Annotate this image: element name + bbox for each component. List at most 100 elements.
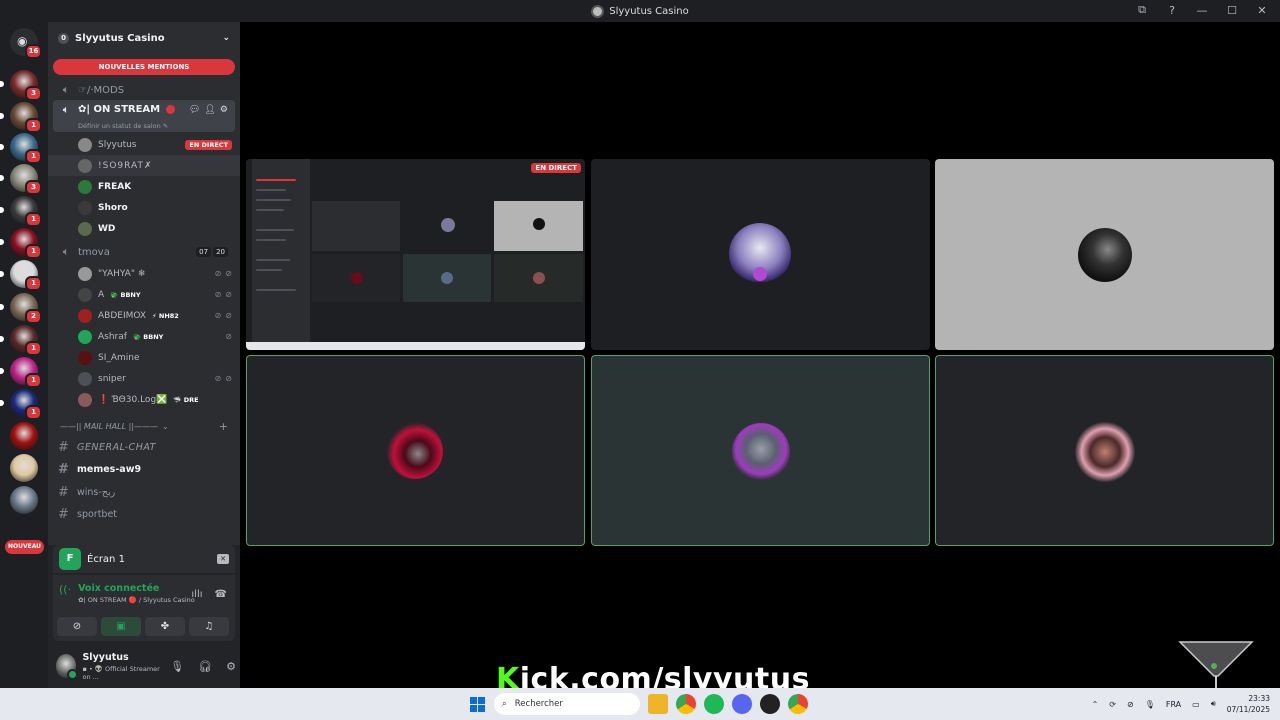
obs-icon[interactable] [760, 694, 780, 714]
spotify-icon[interactable] [704, 694, 724, 714]
voice-channel-mods[interactable]: 🔈︎ ☞/·MODS [48, 80, 240, 100]
text-channel[interactable]: # GENERAL-CHAT [48, 436, 240, 459]
voice-user[interactable]: WD [48, 218, 240, 239]
voice-user[interactable]: Slyyutus EN DIRECT [48, 134, 240, 155]
server-icon-8[interactable]: 2 [0, 293, 42, 324]
file-explorer-icon[interactable] [648, 694, 668, 714]
channel-name: GENERAL-CHAT [77, 441, 156, 453]
server-icon-6[interactable]: 1 [0, 228, 42, 259]
server-icon-3[interactable]: 1 [0, 133, 42, 164]
mention-badge: 1 [25, 244, 42, 259]
text-channel[interactable]: # wins-ربح [48, 481, 240, 504]
channel-status[interactable]: Définir un statut de salon ✎ [60, 122, 228, 130]
category-mail-hall[interactable]: ——|| MAIL HALL ||——— ⌄ + [48, 416, 240, 436]
server-icon-5[interactable]: 1 [0, 196, 42, 227]
microphone-icon[interactable]: 🎙︎ [170, 660, 184, 673]
activities-button[interactable]: ✤ [145, 617, 185, 636]
participant-tile[interactable] [591, 355, 930, 546]
preview-sidebar [252, 159, 310, 342]
voice-user[interactable]: FREAK [48, 176, 240, 197]
soundboard-button[interactable]: ♫ [189, 617, 229, 636]
close-button[interactable]: ✕ [1252, 4, 1272, 17]
voice-user[interactable]: A 🐲 BBNY ⊘ ⊘ [48, 284, 240, 305]
signal-icon[interactable]: ((· [59, 583, 71, 596]
voice-status: ((· Voix connectée ✿| ON STREAM 🔴 / Slyy… [59, 583, 195, 604]
text-channel[interactable]: # sportbet [48, 504, 240, 527]
headphones-icon[interactable]: 🎧︎ [198, 660, 212, 673]
display-icon[interactable]: ▭ [1192, 700, 1200, 709]
voice-user[interactable]: Ashraf 🐲 BBNY ⊘ [48, 326, 240, 347]
gear-icon[interactable]: ⚙ [220, 105, 228, 115]
server-icon-2[interactable]: 1 [0, 102, 42, 133]
chrome-icon[interactable] [676, 694, 696, 714]
current-user[interactable]: Slyyutus ▪ • 👽 Official Streamer on ... … [56, 649, 236, 683]
taskbar-search[interactable]: ⌕ Rechercher [494, 693, 640, 715]
chevron-down-icon[interactable]: ⌄ [222, 33, 230, 43]
server-icon-10[interactable]: 1 [0, 357, 42, 388]
voice-channel-link[interactable]: ✿| ON STREAM 🔴 / Slyyutus Casino [78, 596, 195, 604]
gear-icon[interactable]: ⚙ [226, 660, 236, 673]
voice-user[interactable]: ❗ ƁΘ30.Log❎ 🦈 DRE [48, 389, 240, 410]
voice-user[interactable]: "YAHYA" ❄ ⊘ ⊘ [48, 263, 240, 284]
server-icon-9[interactable]: 1 [0, 325, 42, 356]
sync-icon[interactable]: ⟳ [1109, 700, 1116, 709]
muted-mic-icon: ⊘ [214, 290, 222, 299]
participant-tile[interactable] [935, 355, 1274, 546]
mention-badge: 1 [25, 118, 42, 133]
system-tray: ⌃ ⟳ ⊘ 🎙︎ FRA ▭ 🔊︎ 23:33 07/11/2025 [1092, 688, 1270, 720]
invite-icon[interactable]: 👤︎ [204, 105, 215, 115]
channel-name: wins-ربح [77, 486, 116, 498]
screen-share-button[interactable]: ▣ [101, 617, 141, 636]
participant-tile[interactable] [591, 159, 930, 350]
voice-status-title[interactable]: Voix connectée [78, 583, 195, 594]
chrome-icon[interactable] [788, 694, 808, 714]
chat-icon[interactable]: 💬︎ [189, 105, 200, 115]
voice-channel-on-stream[interactable]: 🔈︎ ✿| ON STREAM 💬︎ 👤︎ ⚙ Définir un statu… [53, 100, 235, 132]
server-icon-11[interactable]: 1 [0, 389, 42, 420]
discord-icon[interactable] [732, 694, 752, 714]
text-channel[interactable]: # memes-aw9 [48, 459, 240, 482]
stream-tile[interactable]: EN DIRECT [246, 159, 585, 350]
voice-action-buttons: ⊘ ▣ ✤ ♫ [57, 617, 229, 636]
help-icon[interactable]: ? [1162, 4, 1182, 17]
server-icon-14[interactable] [10, 486, 38, 514]
avatar[interactable] [56, 654, 79, 680]
soundboard-icon[interactable]: ıllı [191, 589, 202, 600]
language-indicator[interactable]: FRA [1166, 700, 1181, 709]
camera-off-button[interactable]: ⊘ [57, 617, 97, 636]
voice-user[interactable]: sniper ⊘ ⊘ [48, 368, 240, 389]
microphone-icon[interactable]: 🎙︎ [1145, 700, 1155, 709]
voice-user[interactable]: SI_Amine [48, 347, 240, 368]
inbox-icon[interactable]: ⧉ [1132, 3, 1152, 17]
home-button[interactable]: ◉ 16 [10, 28, 42, 59]
voice-channel-tmova[interactable]: 🔈︎ tmova 07 20 [48, 241, 240, 263]
voice-user[interactable]: Shoro [48, 197, 240, 218]
minimize-button[interactable]: — [1192, 4, 1212, 17]
voice-user[interactable]: !SO9RAT✗ [48, 155, 240, 176]
volume-icon[interactable]: 🔊︎ [1211, 699, 1216, 709]
window-titlebar: Slyyutus Casino ⧉ ? — ☐ ✕ [0, 0, 1280, 22]
server-tag: 🦈 DRE [173, 395, 199, 404]
participant-tile[interactable] [935, 159, 1274, 350]
server-icon-12[interactable] [10, 422, 38, 450]
add-channel-icon[interactable]: + [219, 420, 228, 433]
voice-user[interactable]: ABDEIMOX ⚡ NH82 ⊘ ⊘ [48, 305, 240, 326]
chevron-up-icon[interactable]: ⌃ [1092, 700, 1099, 709]
windows-start-icon[interactable] [470, 697, 485, 712]
network-icon[interactable]: ⊘ [1127, 700, 1134, 709]
server-icon-7[interactable]: 1 [0, 260, 42, 291]
channel-name: ☞/·MODS [78, 84, 125, 96]
participant-tile[interactable] [246, 355, 585, 546]
disconnect-icon[interactable]: ☎ [215, 589, 227, 600]
maximize-button[interactable]: ☐ [1222, 4, 1242, 17]
user-state-icons: ⊘ ⊘ [215, 311, 232, 320]
server-icon-4[interactable]: 3 [0, 164, 42, 195]
guild-header[interactable]: 0 Slyyutus Casino ⌄ [48, 22, 240, 54]
server-icon-1[interactable]: 3 [0, 70, 42, 101]
new-servers-pill[interactable]: NOUVEAU [5, 540, 44, 554]
server-icon-13[interactable] [10, 454, 38, 482]
new-mentions-bar[interactable]: NOUVELLES MENTIONS [53, 59, 235, 75]
clock[interactable]: 23:33 07/11/2025 [1227, 693, 1270, 715]
close-icon[interactable]: ✕ [217, 554, 229, 564]
screen-share-row[interactable]: F Écran 1 ✕ [53, 545, 235, 573]
